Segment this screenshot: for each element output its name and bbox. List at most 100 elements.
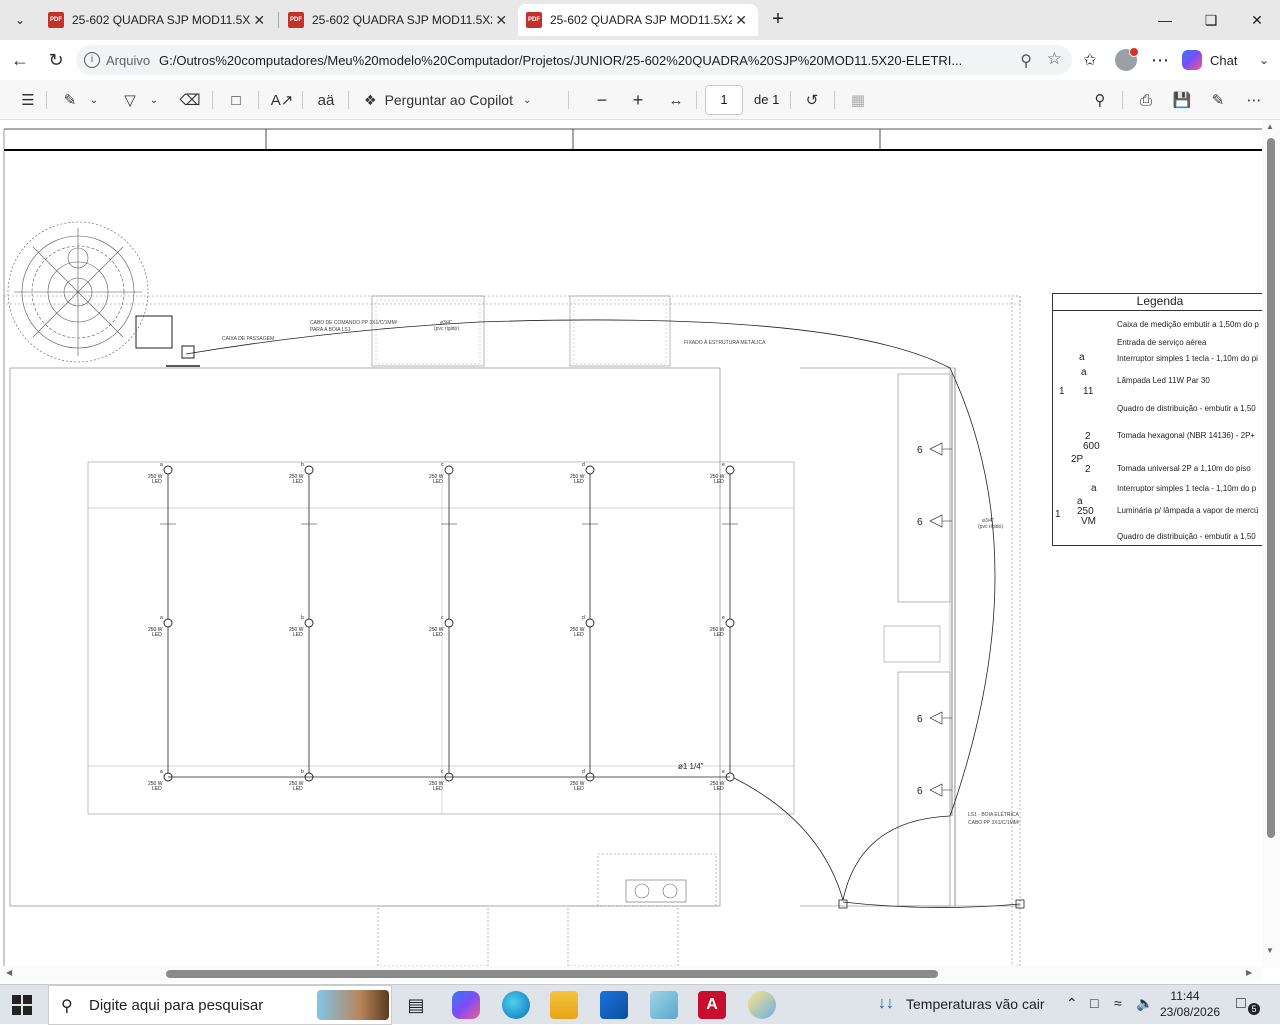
vertical-scrollbar[interactable]: ▲ ▼: [1262, 120, 1280, 968]
weather-text[interactable]: Temperaturas vão cair: [906, 996, 1045, 1012]
eraser-button[interactable]: ⌫: [178, 88, 202, 112]
page-number-input[interactable]: 1: [705, 85, 743, 115]
favorites-button[interactable]: ✩: [1076, 46, 1104, 74]
zoom-icon[interactable]: ⚲: [1020, 51, 1032, 71]
close-icon[interactable]: ✕: [732, 12, 750, 29]
outlook-taskbar-icon[interactable]: [600, 991, 628, 1019]
para-boia-label: PARA A BOIA LS1: [310, 327, 351, 333]
highlight-options[interactable]: ⌄: [86, 88, 102, 112]
outlet-layer: 6 6 6 6: [917, 442, 952, 797]
profile-button[interactable]: [1112, 46, 1140, 74]
cabo-pp-label: CABO PP 3X1/C/1MM²: [968, 820, 1020, 826]
horizontal-scrollbar[interactable]: ◀ ▶: [0, 966, 1262, 982]
tab-title: 25-602 QUADRA SJP MOD11.5X20-ELETRICO.pd…: [72, 13, 251, 27]
volume-icon[interactable]: 🔈: [1136, 995, 1153, 1012]
tab-3-active[interactable]: PDF 25-602 QUADRA SJP MOD11.5X20-ELETRIC…: [518, 4, 758, 36]
page-view-button[interactable]: ▦: [846, 88, 870, 112]
close-window-button[interactable]: ✕: [1234, 0, 1280, 40]
circuit-letter: e: [722, 462, 725, 468]
tab-bar: ⌄ PDF 25-602 QUADRA SJP MOD11.5X20-ELETR…: [0, 0, 1280, 40]
scroll-up-icon[interactable]: ▲: [1266, 122, 1274, 131]
zoom-in-button[interactable]: +: [626, 88, 650, 112]
page-view-icon: ▦: [850, 92, 866, 109]
clock[interactable]: 11:44 23/08/2026: [1160, 988, 1220, 1020]
meet-icon[interactable]: □: [1090, 995, 1098, 1011]
edge-taskbar-icon[interactable]: [502, 991, 530, 1019]
sidebar-toggle-button[interactable]: ⌄: [1250, 46, 1278, 74]
close-icon: ✕: [1251, 11, 1263, 28]
refresh-button[interactable]: ↻: [42, 46, 70, 74]
legend-symbol-label: 11: [1083, 386, 1094, 397]
luminaire-symbol: [163, 618, 173, 628]
circuit-letter: b: [301, 769, 304, 775]
rotate-button[interactable]: ↺: [800, 88, 824, 112]
print-button[interactable]: ⎙: [1134, 88, 1158, 112]
luminaire-type-label: LED: [574, 632, 584, 638]
scroll-left-icon[interactable]: ◀: [6, 968, 12, 977]
copilot-taskbar-icon[interactable]: [452, 991, 480, 1019]
tab-1[interactable]: PDF 25-602 QUADRA SJP MOD11.5X20-ELETRIC…: [40, 4, 276, 36]
minimize-button[interactable]: —: [1142, 0, 1188, 40]
scroll-right-icon[interactable]: ▶: [1246, 968, 1252, 977]
zoom-out-button[interactable]: −: [590, 88, 614, 112]
tab-actions-button[interactable]: ⌄: [6, 8, 34, 32]
circuit-letter: a: [160, 615, 163, 621]
close-icon[interactable]: ✕: [251, 12, 268, 29]
chevron-down-icon: ⌄: [522, 94, 532, 106]
ask-copilot-button[interactable]: ❖ Perguntar ao Copilot ⌄: [364, 88, 544, 112]
save-button[interactable]: 💾: [1170, 88, 1194, 112]
more-options-button[interactable]: ⋯: [1242, 88, 1266, 112]
luminaire-symbol: [304, 465, 314, 475]
find-button[interactable]: ⚲: [1088, 88, 1112, 112]
save-as-button[interactable]: ✎: [1206, 88, 1230, 112]
windows-icon: [12, 995, 32, 1015]
luminaire-type-label: LED: [293, 786, 303, 792]
wifi-icon[interactable]: ≈: [1114, 995, 1122, 1011]
pvc-label: (pvc rígido): [434, 326, 459, 332]
address-url[interactable]: G:/Outros%20computadores/Meu%20modelo%20…: [159, 53, 999, 68]
more-button[interactable]: ⋯: [1146, 46, 1174, 74]
minus-icon: −: [596, 89, 608, 110]
luminaire-type-label: LED: [433, 632, 443, 638]
back-button[interactable]: ←: [6, 46, 34, 74]
circuit-letter: c: [441, 615, 444, 621]
favorite-star-icon[interactable]: ☆: [1047, 49, 1062, 69]
close-icon[interactable]: ✕: [492, 12, 510, 29]
translate-icon: aä: [317, 91, 335, 109]
info-icon[interactable]: i: [84, 52, 100, 68]
unknown-app-taskbar-icon[interactable]: [650, 991, 678, 1019]
fit-page-button[interactable]: ↔: [664, 88, 688, 112]
taskbar-search[interactable]: ⚲ Digite aqui para pesquisar: [48, 985, 392, 1025]
copilot-chat-button[interactable]: Chat: [1182, 46, 1258, 74]
highlight-button[interactable]: ✎: [58, 88, 82, 112]
start-button[interactable]: [12, 995, 32, 1015]
file-explorer-taskbar-icon[interactable]: [550, 991, 578, 1019]
pdf-viewer[interactable]: a 250 W LED a 250 W LED a 250 W LED b 250 W LED b 250…: [0, 120, 1280, 982]
paint-taskbar-icon[interactable]: [748, 991, 776, 1019]
restore-button[interactable]: ❏: [1188, 0, 1234, 40]
tray-expand-icon[interactable]: ⌃: [1066, 995, 1078, 1012]
horizontal-scroll-thumb[interactable]: [166, 970, 938, 978]
legend-symbol-label: 1: [1059, 386, 1065, 397]
scroll-down-icon[interactable]: ▼: [1266, 946, 1274, 955]
autocad-taskbar-icon[interactable]: A: [698, 991, 726, 1019]
luminaire-symbol: [304, 618, 314, 628]
circuit-letter: b: [301, 615, 304, 621]
legend-title: Legenda: [1053, 294, 1267, 311]
tab-2[interactable]: PDF 25-602 QUADRA SJP MOD11.5X20-ELETRIC…: [280, 4, 518, 36]
draw-button[interactable]: ▽: [118, 88, 142, 112]
weather-icon[interactable]: ↓↓: [878, 995, 894, 1013]
new-tab-button[interactable]: +: [766, 8, 790, 32]
translate-button[interactable]: aä: [314, 88, 338, 112]
legend-item: Quadro de distribuição - embutir a 1,50: [1117, 532, 1256, 541]
clock-time: 11:44: [1170, 989, 1200, 1003]
draw-options[interactable]: ⌄: [146, 88, 162, 112]
contents-button[interactable]: ☰: [16, 88, 40, 112]
vertical-scroll-thumb[interactable]: [1267, 138, 1275, 838]
task-view-button[interactable]: ▤: [402, 991, 430, 1019]
read-aloud-button[interactable]: A↗: [270, 88, 294, 112]
circuit-letter: d: [582, 769, 585, 775]
notifications-button[interactable]: □ 5: [1236, 995, 1260, 1015]
address-bar[interactable]: i Arquivo G:/Outros%20computadores/Meu%2…: [76, 45, 1072, 75]
add-text-button[interactable]: □: [224, 88, 248, 112]
